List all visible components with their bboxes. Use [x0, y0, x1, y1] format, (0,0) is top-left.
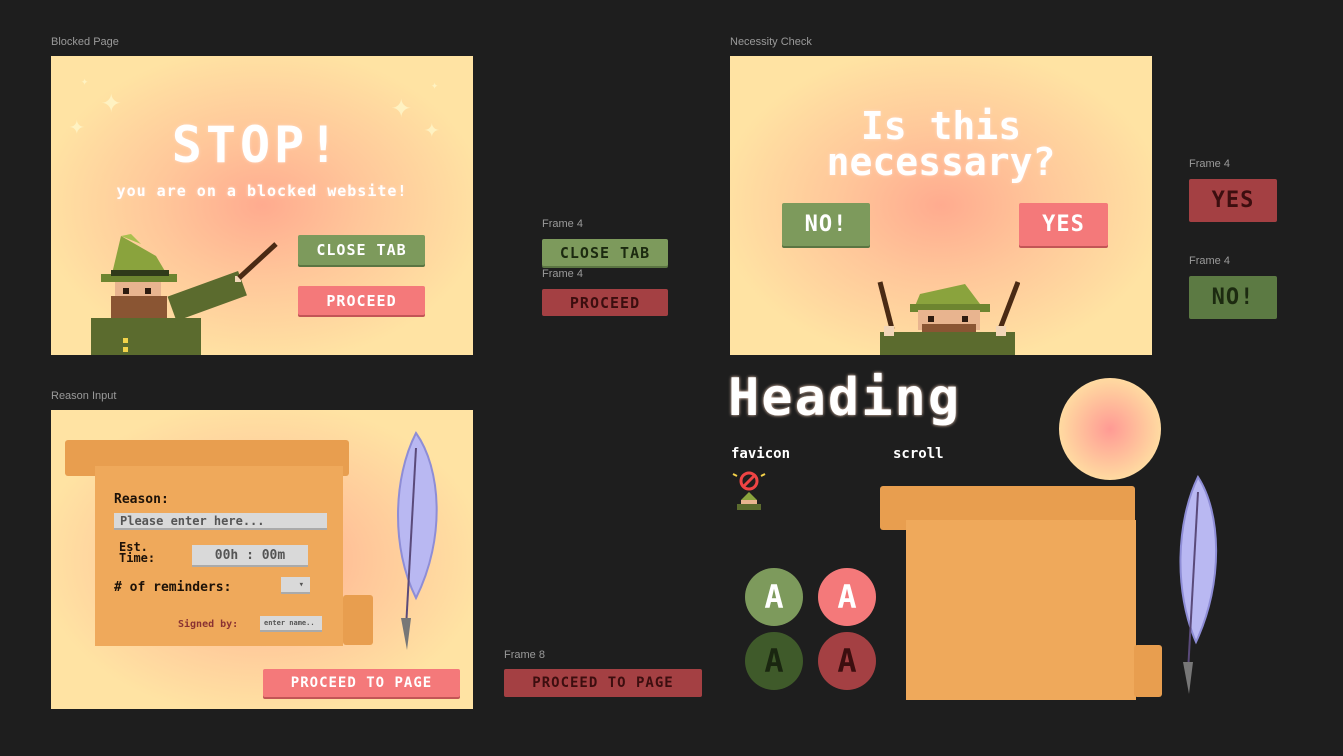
proceed-to-page-component[interactable]: PROCEED TO PAGE	[504, 669, 702, 697]
yes-button[interactable]: YES	[1019, 203, 1108, 246]
frame-label-close-tab: Frame 4	[542, 218, 583, 230]
no-button[interactable]: NO!	[782, 203, 870, 246]
chevron-down-icon: ▾	[298, 579, 304, 590]
signed-by-label: Signed by:	[178, 619, 239, 630]
signed-by-input[interactable]: enter name..	[260, 616, 322, 632]
proceed-component[interactable]: PROCEED	[542, 289, 668, 316]
circle-a-dark-green[interactable]: A	[745, 632, 803, 690]
frame-label-yes: Frame 4	[1189, 158, 1230, 170]
reason-label: Reason:	[114, 492, 169, 507]
heading-sample: Heading	[728, 368, 962, 428]
frame-label-proceed-page: Frame 8	[504, 649, 545, 661]
blocked-page-frame: ✦ ✦ ✦ ✦ ✦ ✦ STOP! you are on a blocked w…	[51, 56, 473, 355]
quill-feather-icon	[397, 431, 438, 650]
necessity-title-line1: Is this	[860, 104, 1022, 148]
circle-a-green[interactable]: A	[745, 568, 803, 626]
reason-input[interactable]: Please enter here...	[114, 513, 327, 530]
sparkle-icon: ✦	[81, 74, 89, 88]
close-tab-component[interactable]: CLOSE TAB	[542, 239, 668, 266]
yes-component[interactable]: YES	[1189, 179, 1277, 222]
glow-circle	[1059, 378, 1161, 480]
frame-label-necessity: Necessity Check	[730, 36, 812, 48]
close-tab-button[interactable]: CLOSE TAB	[298, 235, 425, 265]
no-component[interactable]: NO!	[1189, 276, 1277, 319]
sparkle-icon: ✦	[101, 81, 122, 121]
favicon-label: favicon	[731, 446, 791, 462]
scroll-asset-parchment	[906, 520, 1136, 700]
circle-a-dark-red[interactable]: A	[818, 632, 876, 690]
scroll-bottom-roll	[343, 595, 373, 645]
scroll-asset-bottom-roll	[1134, 645, 1162, 697]
necessity-title-line2: necessary?	[826, 140, 1056, 184]
reminders-label: # of reminders:	[114, 580, 232, 595]
frame-label-reason: Reason Input	[51, 390, 117, 402]
wizard-wands-illustration	[877, 281, 1020, 355]
favicon-icon	[732, 471, 766, 510]
scroll-label: scroll	[893, 446, 944, 462]
frame-label-no: Frame 4	[1189, 255, 1230, 267]
sparkle-icon: ✦	[431, 78, 439, 92]
circle-a-pink[interactable]: A	[818, 568, 876, 626]
necessity-check-frame: Is this necessary? NO! YES	[730, 56, 1152, 355]
frame-label-blocked: Blocked Page	[51, 36, 119, 48]
frame-label-proceed: Frame 4	[542, 268, 583, 280]
reason-input-frame: Reason: Please enter here... Est. Time: …	[51, 410, 473, 709]
est-label-line2: Time:	[119, 551, 156, 565]
reminders-select[interactable]: ▾	[281, 577, 310, 594]
est-time-label: Est. Time:	[119, 541, 156, 565]
proceed-to-page-button[interactable]: PROCEED TO PAGE	[263, 669, 460, 697]
proceed-button[interactable]: PROCEED	[298, 286, 425, 315]
time-input[interactable]: 00h : 00m	[192, 545, 308, 567]
stop-title: STOP!	[171, 116, 343, 174]
wizard-illustration	[91, 234, 278, 355]
blocked-subtitle: you are on a blocked website!	[116, 182, 408, 200]
quill-feather-asset-icon	[1179, 474, 1218, 694]
